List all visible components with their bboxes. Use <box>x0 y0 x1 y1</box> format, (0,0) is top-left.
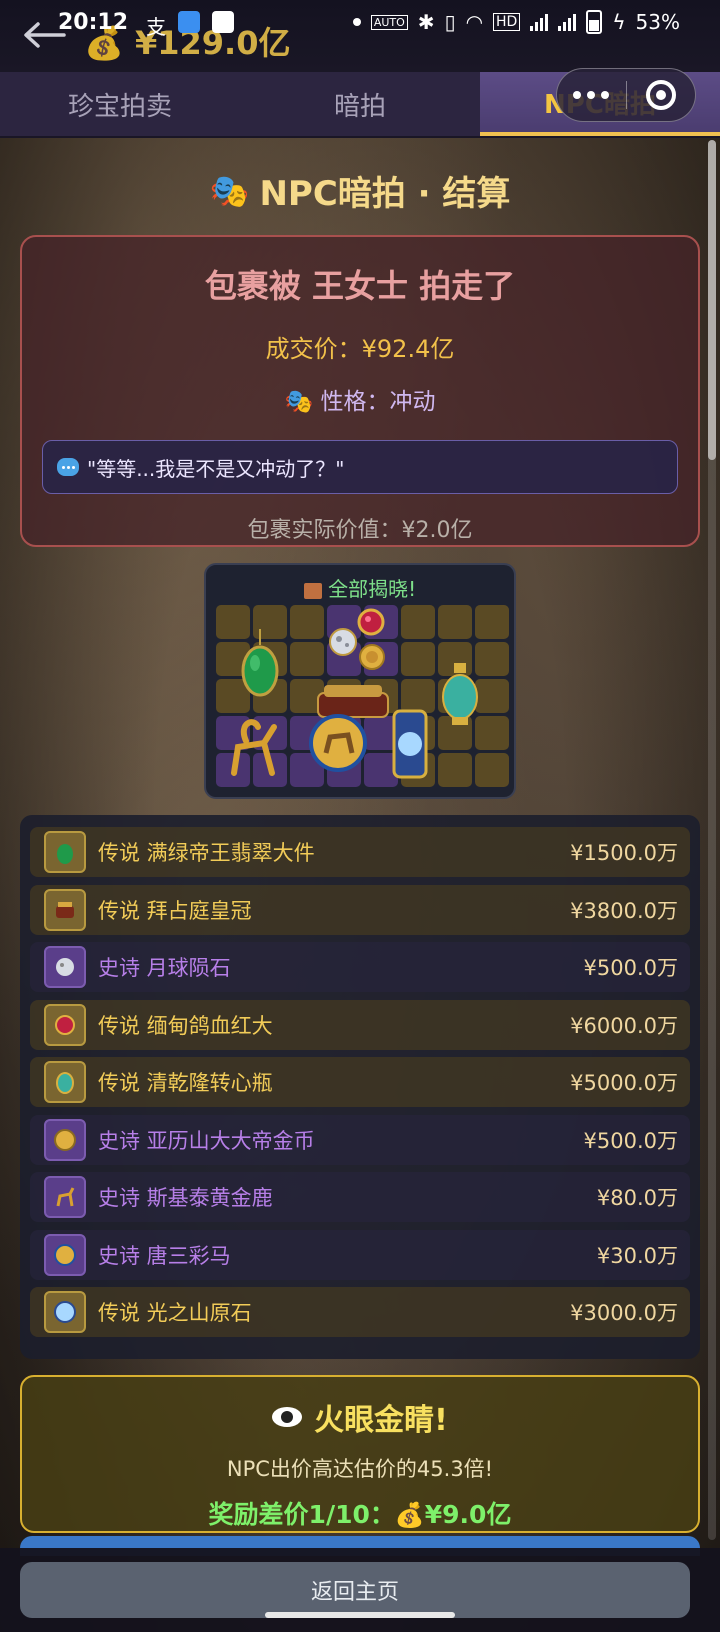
dot-icon <box>352 18 361 26</box>
jade-icon <box>241 629 279 697</box>
auto-brightness-icon: AUTO <box>370 14 408 30</box>
list-item: 传说 缅甸鸽血红大 ¥6000.0万 <box>30 999 690 1050</box>
winner-headline: 包裹被 王女士 拍走了 <box>204 267 516 305</box>
battery-icon <box>586 10 603 34</box>
item-value: ¥30.0万 <box>596 1243 678 1268</box>
mail-icon <box>178 11 201 33</box>
bag-grid-panel: 全部揭晓! <box>204 563 516 799</box>
item-name: 史诗 唐三彩马 <box>98 1243 231 1268</box>
reward-description: NPC出价高达估价的45.3倍! <box>226 1457 494 1481</box>
signal-icon <box>530 13 549 31</box>
reward-title: 火眼金睛! <box>22 1395 698 1439</box>
reward-card: 火眼金睛! NPC出价高达估价的45.3倍! 奖励差价1/10：💰¥9.0亿 <box>20 1375 700 1533</box>
npc-quote: "等等...我是不是又冲动了？" <box>42 440 678 494</box>
tab-blind-auction[interactable]: 暗拍 <box>240 72 480 136</box>
list-item: 传说 清乾隆转心瓶 ¥5000.0万 <box>30 1057 690 1107</box>
ruby-icon <box>44 1003 86 1046</box>
hd-icon: HD <box>493 13 521 31</box>
jade-icon <box>44 831 86 873</box>
vase-icon <box>442 663 478 725</box>
list-item: 传说 拜占庭皇冠 ¥3800.0万 <box>30 884 690 935</box>
golden-deer-icon <box>231 719 277 776</box>
list-item: 传说 满绿帝王翡翠大件 ¥1500.0万 <box>30 827 690 877</box>
meteorite-icon <box>44 946 86 988</box>
section-title: 🎭 NPC暗拍 · 结算 <box>209 171 511 215</box>
money-bag-icon: 💰 <box>394 1501 425 1529</box>
gold-coin-icon <box>44 1118 86 1161</box>
list-item: 史诗 斯基泰黄金鹿 ¥80.0万 <box>30 1172 690 1222</box>
more-menu-button[interactable] <box>557 91 626 99</box>
tab-treasure-auction[interactable]: 珍宝拍卖 <box>0 72 240 136</box>
actual-value: 包裹实际价值：¥2.0亿 <box>247 518 473 543</box>
close-miniprogram-button[interactable] <box>627 80 696 110</box>
alipay-icon: 支 <box>146 15 167 39</box>
miniprogram-capsule <box>556 68 696 122</box>
item-value: ¥5000.0万 <box>570 1071 678 1095</box>
item-value: ¥3800.0万 <box>570 898 678 923</box>
vibrate-icon: ▯ <box>444 10 456 34</box>
settlement-card: 包裹被 王女士 拍走了 成交价：¥92.4亿 🎭 性格：冲动 "等等...我是不… <box>20 235 700 547</box>
item-value: ¥1500.0万 <box>570 841 678 865</box>
theater-masks-icon: 🎭 <box>284 389 314 415</box>
gold-coin-icon <box>359 644 385 670</box>
battery-percent: 53% <box>635 10 680 34</box>
signal-icon-2 <box>558 13 577 31</box>
ruby-icon <box>357 608 385 636</box>
grid-title: 全部揭晓! <box>214 573 506 605</box>
item-name: 史诗 月球陨石 <box>98 956 231 980</box>
main-content: 🎭 NPC暗拍 · 结算 包裹被 王女士 拍走了 成交价：¥92.4亿 🎭 性格… <box>0 140 720 1533</box>
bluetooth-icon: ✱ <box>417 10 435 34</box>
status-bar: 20:12 支 AUTO ✱ ▯ ◠ HD ϟ 53% <box>0 0 720 44</box>
reward-amount: 奖励差价1/10：💰¥9.0亿 <box>208 1500 512 1529</box>
golden-deer-icon <box>44 1176 86 1218</box>
theater-masks-icon: 🎭 <box>209 171 250 210</box>
wifi-icon: ◠ <box>465 10 484 34</box>
back-arrow-icon[interactable] <box>22 20 66 50</box>
item-name: 传说 拜占庭皇冠 <box>98 898 252 923</box>
list-item: 史诗 唐三彩马 ¥30.0万 <box>30 1229 690 1280</box>
return-home-button[interactable]: 返回主页 <box>20 1562 690 1618</box>
speech-bubble-icon <box>57 458 79 476</box>
tang-horse-icon <box>44 1233 86 1276</box>
status-time: 20:12 <box>58 9 129 35</box>
item-name: 传说 缅甸鸽血红大 <box>98 1013 273 1038</box>
npc-personality: 🎭 性格：冲动 <box>284 389 436 415</box>
item-value: ¥3000.0万 <box>570 1301 678 1325</box>
bag-grid <box>214 605 510 793</box>
eye-icon <box>272 1407 303 1427</box>
crown-icon <box>44 888 86 931</box>
vase-icon <box>44 1061 86 1103</box>
list-item: 史诗 亚历山大大帝金币 ¥500.0万 <box>30 1114 690 1165</box>
diamond-icon <box>44 1291 86 1333</box>
box-icon <box>303 582 322 599</box>
app-notification-icon <box>212 11 235 33</box>
tang-horse-icon <box>309 714 367 772</box>
list-item: 史诗 月球陨石 ¥500.0万 <box>30 942 690 992</box>
item-name: 史诗 亚历山大大帝金币 <box>98 1128 315 1153</box>
item-name: 传说 清乾隆转心瓶 <box>98 1071 273 1095</box>
diamond-icon <box>392 709 428 779</box>
item-name: 传说 满绿帝王翡翠大件 <box>98 841 315 865</box>
target-icon <box>645 80 676 110</box>
item-value: ¥6000.0万 <box>570 1013 678 1038</box>
list-item: 传说 光之山原石 ¥3000.0万 <box>30 1287 690 1337</box>
item-value: ¥80.0万 <box>596 1186 678 1210</box>
item-name: 传说 光之山原石 <box>98 1301 252 1325</box>
deal-price: 成交价：¥92.4亿 <box>265 335 455 363</box>
meteorite-icon <box>329 628 357 656</box>
scrollbar[interactable] <box>708 140 716 1540</box>
item-value: ¥500.0万 <box>583 956 678 980</box>
revealed-item-list: 传说 满绿帝王翡翠大件 ¥1500.0万传说 拜占庭皇冠 ¥3800.0万史诗 月球… <box>20 815 700 1359</box>
gesture-bar <box>265 1612 455 1618</box>
item-name: 史诗 斯基泰黄金鹿 <box>98 1186 273 1210</box>
item-value: ¥500.0万 <box>583 1128 678 1153</box>
charging-icon: ϟ <box>612 10 626 34</box>
